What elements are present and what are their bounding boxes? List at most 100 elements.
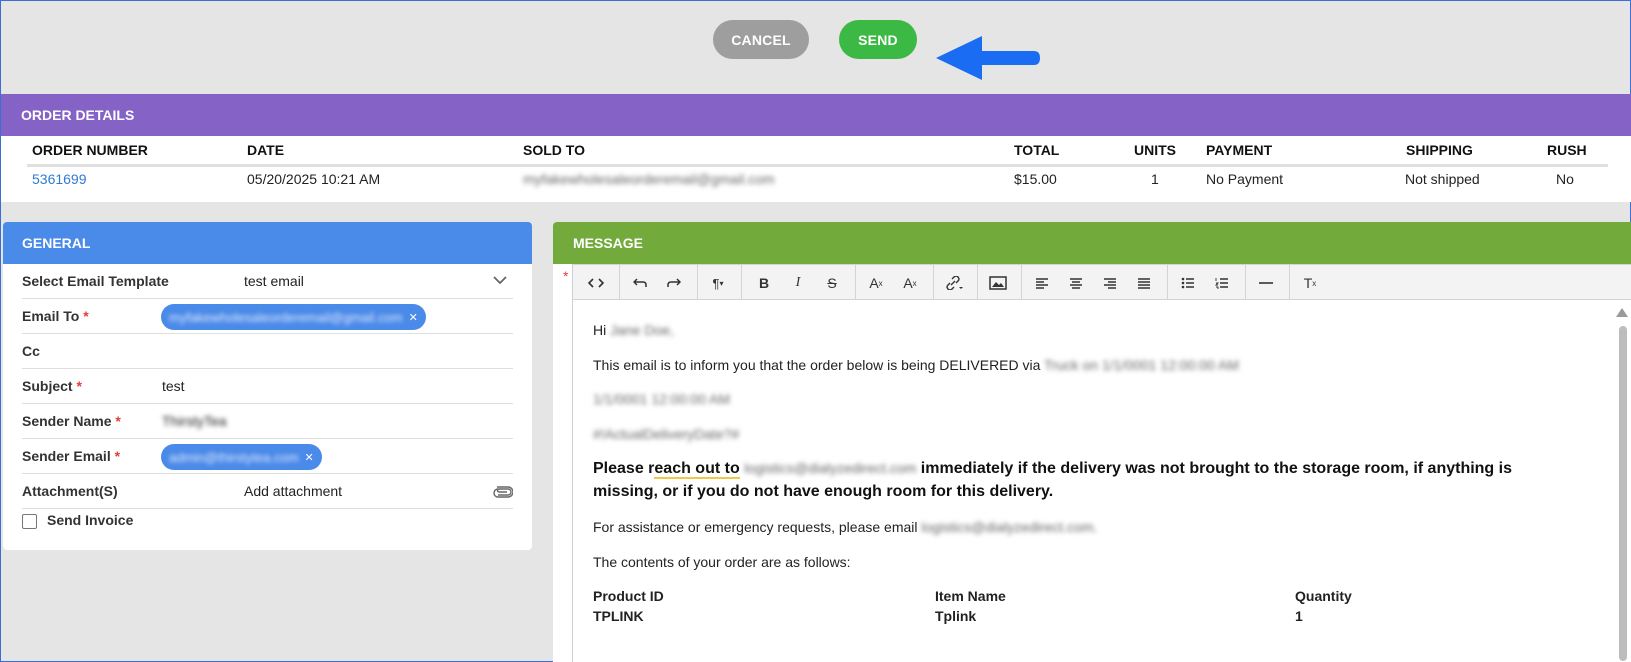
toolbar-separator [697,265,698,300]
email-to-label: Email To * [22,308,89,324]
general-panel: GENERAL Select Email Template test email… [3,222,532,550]
clear-formatting-icon[interactable]: Tx [1299,272,1321,294]
order-date: 05/20/2025 10:21 AM [247,171,381,187]
redo-icon[interactable] [663,272,685,294]
italic-icon[interactable]: I [787,272,809,294]
sender-name-label: Sender Name * [22,413,121,429]
scroll-thumb[interactable] [1619,326,1627,661]
table-divider [27,164,1608,167]
remove-chip-icon[interactable]: ✕ [305,451,314,464]
sender-name-row: Sender Name * ThirstyTea [22,404,513,439]
col-sold-to: SOLD TO [523,142,585,158]
order-details-panel: ORDER DETAILS ORDER NUMBER DATE SOLD TO … [1,94,1631,202]
align-left-icon[interactable] [1031,272,1053,294]
paperclip-icon[interactable] [493,484,513,498]
editor-scrollbar[interactable] [1616,306,1628,662]
message-header: MESSAGE [553,222,1631,264]
action-bar: CANCEL SEND [1,20,1630,80]
horizontal-line-icon[interactable] [1255,272,1277,294]
attachment-input[interactable]: Add attachment [244,483,342,499]
bold-icon[interactable]: B [753,272,775,294]
col-total: TOTAL [1014,142,1060,158]
assist-line: For assistance or emergency requests, pl… [593,519,1098,535]
strikethrough-icon[interactable]: S [821,272,843,294]
cc-label: Cc [22,343,40,359]
col-payment: PAYMENT [1206,142,1273,158]
order-details-header: ORDER DETAILS [1,94,1631,136]
remove-chip-icon[interactable]: ✕ [409,311,418,324]
align-justify-icon[interactable] [1133,272,1155,294]
order-number-link[interactable]: 5361699 [32,171,87,187]
send-invoice-label: Send Invoice [47,512,134,528]
pointer-arrow-icon [936,36,1040,80]
subject-row: Subject * test [22,369,513,404]
toolbar-separator [855,265,856,300]
order-rush: No [1556,171,1574,187]
order-table: ORDER NUMBER DATE SOLD TO TOTAL UNITS PA… [1,136,1631,202]
toolbar-separator [1289,265,1290,300]
delivery-date-line: 1/1/0001 12:00:00 AM [593,391,730,407]
template-row: Select Email Template test email [22,264,513,299]
toolbar-separator [933,265,934,300]
superscript-icon[interactable]: Ax [865,272,887,294]
product-id-value: TPLINK [593,608,644,624]
cc-row[interactable]: Cc [22,334,513,369]
bulleted-list-icon[interactable] [1177,272,1199,294]
code-view-icon[interactable] [585,272,607,294]
toolbar-separator [977,265,978,300]
scroll-up-icon[interactable] [1616,308,1628,317]
quantity-value: 1 [1295,608,1303,624]
sender-email-label: Sender Email * [22,448,121,464]
send-invoice-checkbox[interactable] [22,514,37,529]
instruction-paragraph: Please reach out to logistics@dialyzedir… [593,460,1512,500]
editor-content[interactable]: Hi Jane Doe, This email is to inform you… [573,300,1613,662]
email-to-row: Email To * myfakewholesaleorderemail@gma… [22,299,513,334]
toolbar-separator [1245,265,1246,300]
col-shipping: SHIPPING [1406,142,1473,158]
contents-line: The contents of your order are as follow… [593,554,851,570]
required-mark: * [563,268,569,284]
email-to-chip[interactable]: myfakewholesaleorderemail@gmail.com ✕ [161,304,426,330]
rich-text-editor: ¶ ▾ B I S Ax Ax Tx Hi Jane Doe, This ema… [572,264,1631,662]
col-quantity: Quantity [1295,588,1352,604]
numbered-list-icon[interactable] [1211,272,1233,294]
toolbar-separator [619,265,620,300]
item-name-value: Tplink [935,608,977,624]
greeting-line: Hi Jane Doe, [593,322,674,338]
template-select[interactable]: test email [244,273,304,289]
message-panel: MESSAGE * ¶ ▾ B I S Ax Ax T x Hi Jane Do… [553,222,1631,662]
col-rush: RUSH [1547,142,1587,158]
toolbar-separator [1021,265,1022,300]
align-center-icon[interactable] [1065,272,1087,294]
col-item-name: Item Name [935,588,1006,604]
col-order-number: ORDER NUMBER [32,142,148,158]
col-product-id: Product ID [593,588,664,604]
link-icon[interactable] [943,272,965,294]
col-units: UNITS [1134,142,1176,158]
template-label: Select Email Template [22,273,169,289]
sender-email-row: Sender Email * admin@thirstytea.com ✕ [22,439,513,474]
toolbar-separator [741,265,742,300]
order-shipping: Not shipped [1405,171,1480,187]
col-date: DATE [247,142,285,158]
attachment-label: Attachment(S) [22,483,118,499]
inform-line: This email is to inform you that the ord… [593,357,1239,373]
order-total: $15.00 [1014,171,1057,187]
attachment-row: Attachment(S) Add attachment [22,474,513,509]
subject-input[interactable]: test [162,378,185,394]
sold-to-email: myfakewholesaleorderemail@gmail.com [523,171,775,187]
general-header: GENERAL [3,222,532,264]
delivery-date-tag: #!ActualDeliveryDate?# [593,426,740,442]
cancel-button[interactable]: CANCEL [713,20,809,59]
order-payment: No Payment [1206,171,1284,187]
undo-icon[interactable] [629,272,651,294]
subject-label: Subject * [22,378,82,394]
sender-name-input[interactable]: ThirstyTea [162,413,227,429]
image-icon[interactable] [987,272,1009,294]
subscript-icon[interactable]: Ax [899,272,921,294]
align-right-icon[interactable] [1099,272,1121,294]
send-button[interactable]: SEND [839,20,917,59]
chevron-down-icon[interactable] [493,275,507,285]
paragraph-format-icon[interactable]: ¶ ▾ [707,272,729,294]
sender-email-chip[interactable]: admin@thirstytea.com ✕ [161,444,322,470]
